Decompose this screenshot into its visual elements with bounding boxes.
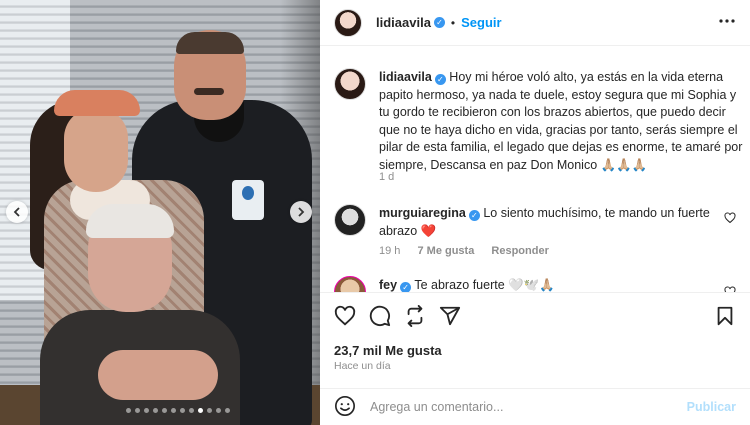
carousel-next-button[interactable] [290,201,312,223]
emoji-button[interactable] [334,395,356,417]
verified-badge-icon: ✓ [433,17,445,28]
comment-author[interactable]: murguiaregina [379,206,466,220]
carousel-dot [216,408,221,413]
save-button[interactable] [714,305,736,327]
caption-author[interactable]: lidiaavila [379,70,432,84]
photo-person-seated [40,200,240,425]
author-avatar[interactable] [334,8,362,37]
verified-badge-icon: ✓ [468,210,480,221]
bookmark-icon [717,306,733,326]
heart-outline-icon [724,212,736,224]
carousel-dot [189,408,194,413]
reply-button[interactable]: Responder [491,245,548,257]
carousel-dot [144,408,149,413]
comment-like-button[interactable] [724,212,736,227]
smiley-icon [335,396,355,416]
more-options-button[interactable] [718,12,736,35]
carousel-dot [225,408,230,413]
post-side-panel: lidiaavila ✓ • Seguir lidiaavila ✓ Hoy mi… [320,0,750,425]
like-button[interactable] [334,305,356,327]
comment-author-avatar[interactable] [334,204,366,236]
carousel-dot [180,408,185,413]
comment-likes[interactable]: 7 Me gusta [417,245,474,257]
comments-list[interactable]: lidiaavila ✓ Hoy mi héroe voló alto, ya e… [320,56,750,292]
caption-author-avatar[interactable] [334,68,366,100]
chevron-left-icon [13,207,20,217]
caption-item: lidiaavila ✓ Hoy mi héroe voló alto, ya e… [334,56,744,186]
carousel-dot [135,408,140,413]
carousel-dot [153,408,158,413]
share-button[interactable] [439,305,461,327]
header-separator: • [450,15,456,30]
likes-count[interactable]: 23,7 mil Me gusta [334,343,442,358]
repost-icon [407,305,423,327]
carousel-dot [126,408,131,413]
comment-author-avatar[interactable] [334,276,366,292]
comment-button[interactable] [369,305,391,327]
post-time[interactable]: Hace un día [334,360,391,372]
post-photo[interactable] [0,0,320,425]
comment-icon [369,305,391,327]
comment-age: 19 h [379,245,401,257]
comment-text: Te abrazo fuerte 🤍🕊️🙏🏼 [414,278,555,292]
carousel-prev-button[interactable] [6,201,28,223]
caption-text: Hoy mi héroe voló alto, ya estás en la v… [379,70,743,172]
carousel-dot [162,408,167,413]
publish-button[interactable]: Publicar [687,400,736,414]
repost-button[interactable] [404,305,426,327]
comment-meta: 19 h 7 Me gusta Responder [379,245,563,257]
post-header: lidiaavila ✓ • Seguir [320,0,750,46]
more-horizontal-icon [719,19,735,23]
send-icon [439,306,461,326]
carousel-dot [207,408,212,413]
comment-input[interactable] [370,397,670,417]
heart-icon [334,305,356,326]
comment-composer: Publicar [320,388,750,425]
comment-author[interactable]: fey [379,278,397,292]
verified-badge-icon: ✓ [434,74,446,85]
verified-badge-icon: ✓ [400,282,412,292]
caption-age: 1 d [379,171,395,183]
carousel-dot [171,408,176,413]
comment-item: murguiaregina ✓ Lo siento muchísimo, te m… [334,192,744,262]
comment-item: fey ✓ Te abrazo fuerte 🤍🕊️🙏🏼 [334,264,744,292]
caption-meta: 1 d [379,171,408,183]
follow-button[interactable]: Seguir [461,15,501,30]
carousel-indicator [126,408,230,413]
post-actions: 23,7 mil Me gusta Hace un día [320,292,750,382]
author-username[interactable]: lidiaavila [376,15,431,30]
chevron-right-icon [298,207,305,217]
carousel-dot [198,408,203,413]
